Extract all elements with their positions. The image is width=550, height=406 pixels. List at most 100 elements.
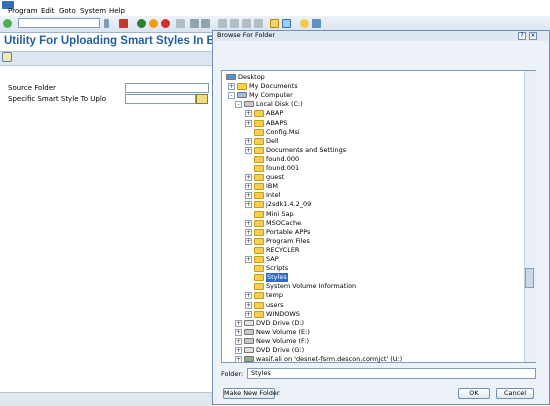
help-icon[interactable] [300, 19, 309, 28]
menu-help[interactable]: Help [109, 7, 125, 15]
tree-item-label[interactable]: Styles [266, 273, 288, 283]
tree-item-label[interactable]: Scripts [266, 264, 288, 273]
tree-expander-icon[interactable]: + [235, 328, 242, 336]
source-folder-input[interactable] [125, 83, 209, 93]
tree-expander-icon[interactable]: + [235, 337, 242, 345]
enter-check-icon[interactable] [3, 19, 12, 28]
tree-expander-icon[interactable]: + [245, 119, 252, 127]
previous-page-icon[interactable] [230, 19, 239, 28]
tree-expander-icon[interactable]: + [228, 83, 235, 91]
tree-expander-icon[interactable]: + [235, 347, 242, 354]
tree-item-label[interactable]: found.001 [266, 164, 299, 173]
tree-item-label[interactable]: Local Disk (C:) [256, 100, 303, 109]
make-new-folder-button[interactable]: Make New Folder [223, 388, 280, 399]
tree-item-label[interactable]: DVD Drive (D:) [256, 319, 304, 328]
tree-expander-icon[interactable]: + [245, 301, 252, 309]
drive-icon [244, 101, 254, 108]
tree-item-label[interactable]: Documents and Settings [266, 146, 346, 155]
menu-program[interactable]: Program [8, 7, 38, 15]
next-page-icon[interactable] [242, 19, 251, 28]
print-icon[interactable] [176, 19, 185, 28]
tree-item-label[interactable]: Mini Sap [266, 210, 294, 219]
tree-item-label[interactable]: My Documents [249, 82, 298, 91]
tree-expander-icon[interactable]: + [245, 192, 252, 200]
tree-item-label[interactable]: j2sdk1.4.2_09 [266, 200, 311, 209]
tree-item-label[interactable]: ABAPS [266, 119, 287, 128]
tree-expander-icon[interactable]: + [245, 310, 252, 318]
tree-expander-icon[interactable]: + [245, 174, 252, 182]
tree-item-label[interactable]: DVD Drive (G:) [256, 346, 304, 355]
last-page-icon[interactable] [254, 19, 263, 28]
tree-item-label[interactable]: New Volume (F:) [256, 337, 309, 346]
tree-expander-icon[interactable]: + [245, 183, 252, 191]
tree-item-label[interactable]: Dell [266, 137, 279, 146]
tree-item-label[interactable]: System Volume Information [266, 282, 356, 291]
cancel-icon[interactable] [161, 19, 170, 28]
value-help-icon[interactable] [196, 94, 208, 104]
smart-style-label: Specific Smart Style To Uplo [8, 95, 107, 103]
folder-icon [254, 146, 264, 154]
command-dropdown-icon[interactable] [104, 19, 109, 28]
tree-expander-icon[interactable]: - [228, 92, 235, 100]
shortcut-icon[interactable] [282, 19, 291, 28]
find-icon[interactable] [190, 19, 199, 28]
menu-goto[interactable]: Goto [59, 7, 76, 15]
tree-expander-icon[interactable]: + [235, 319, 242, 327]
first-page-icon[interactable] [218, 19, 227, 28]
folder-icon [254, 128, 264, 136]
tree-item-label[interactable]: RECYCLER [266, 246, 299, 255]
tree-item-label[interactable]: My Computer [249, 91, 293, 100]
dialog-help-icon[interactable]: ? [518, 32, 526, 40]
folder-icon [254, 174, 264, 182]
find-next-icon[interactable] [201, 19, 210, 28]
tree-expander-icon[interactable]: + [245, 201, 252, 209]
tree-item-label[interactable]: Intel [266, 191, 280, 200]
tree-item-label[interactable]: wasif.ali on 'desnet-fsrm.descon.com\jct… [256, 355, 402, 364]
tree-scrollbar[interactable] [524, 71, 536, 362]
drive-icon [244, 337, 254, 344]
create-session-icon[interactable] [270, 19, 279, 28]
tree-expander-icon[interactable]: + [245, 137, 252, 145]
tree-item-label[interactable]: Desktop [238, 73, 265, 82]
tree-item-label[interactable]: guest [266, 173, 284, 182]
smart-style-input[interactable] [125, 94, 196, 104]
cancel-button[interactable]: Cancel [496, 388, 534, 399]
tree-item-label[interactable]: found.000 [266, 155, 299, 164]
execute-icon[interactable] [2, 52, 12, 62]
tree-expander-icon[interactable]: + [245, 256, 252, 263]
dialog-title: Browse For Folder [217, 31, 276, 39]
tree-expander-icon[interactable]: + [245, 146, 252, 154]
tree-expander-icon[interactable]: + [245, 219, 252, 227]
folder-icon [254, 201, 264, 209]
tree-expander-icon[interactable]: + [245, 237, 252, 245]
dialog-close-icon[interactable]: × [529, 32, 537, 40]
tree-item-label[interactable]: WINDOWS [266, 310, 300, 319]
back-icon[interactable] [137, 19, 146, 28]
tree-expander-icon[interactable]: - [235, 101, 242, 109]
tree-item-label[interactable]: users [266, 301, 284, 310]
tree-item-label[interactable]: temp [266, 291, 283, 300]
tree-expander-icon[interactable]: + [245, 228, 252, 236]
tree-item-label[interactable]: ABAP [266, 109, 283, 118]
tree-expander-icon[interactable]: + [245, 110, 252, 118]
tree-item-label[interactable]: IBM [266, 182, 278, 191]
tree-expander-icon[interactable]: + [235, 356, 242, 364]
tree-item-label[interactable]: Portable APPs [266, 228, 310, 237]
folder-icon [254, 274, 264, 282]
folder-name-input[interactable]: Styles [247, 368, 536, 379]
menu-edit[interactable]: Edit [41, 7, 55, 15]
folder-icon [254, 210, 264, 218]
tree-item-label[interactable]: MSOCache [266, 219, 301, 228]
tree-item-label[interactable]: Program Files [266, 237, 310, 246]
tree-expander-icon[interactable]: + [245, 292, 252, 300]
ok-button[interactable]: OK [458, 388, 490, 399]
menu-system[interactable]: System [80, 7, 106, 15]
exit-icon[interactable] [149, 19, 158, 28]
tree-item-label[interactable]: New Volume (E:) [256, 328, 310, 337]
save-icon[interactable] [119, 19, 128, 28]
layout-menu-icon[interactable] [312, 19, 321, 28]
command-field[interactable] [18, 18, 100, 28]
tree-item-label[interactable]: Config.Msi [266, 128, 300, 137]
scrollbar-thumb[interactable] [525, 268, 534, 288]
tree-item-label[interactable]: SAP [266, 255, 279, 264]
